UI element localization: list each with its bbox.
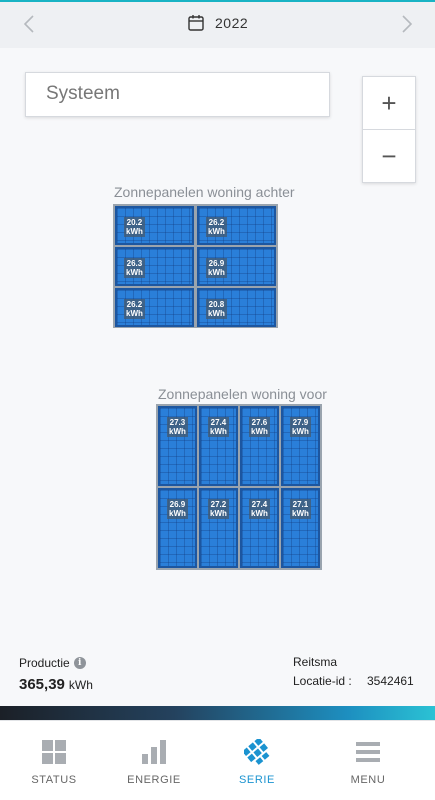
solar-panel[interactable]: 27.6 kWh: [240, 406, 279, 486]
tab-menu[interactable]: MENU: [314, 721, 422, 800]
production-summary: Productie i 365,39 kWh Reitsma Locatie-id…: [0, 638, 435, 706]
header-accent-line: [0, 0, 435, 2]
production-label-row: Productie i: [19, 656, 86, 670]
production-value: 365,39: [19, 676, 65, 693]
panel-yield-label: 27.2 kWh: [208, 499, 229, 519]
solar-panel[interactable]: 27.2 kWh: [199, 488, 238, 568]
solar-panel[interactable]: 27.4 kWh: [240, 488, 279, 568]
production-unit: kWh: [68, 678, 93, 692]
tab-serie[interactable]: SERIE: [203, 721, 311, 800]
panel-yield-label: 20.2 kWh: [124, 217, 145, 237]
panel-yield-label: 26.9 kWh: [206, 258, 227, 278]
panel-yield-label: 26.2 kWh: [206, 217, 227, 237]
location-id-label: Locatie-id :: [293, 674, 352, 688]
location-id-value: 3542461: [367, 674, 414, 688]
brand-gradient-bar: [0, 706, 435, 720]
production-value-row: 365,39 kWh: [19, 676, 93, 693]
info-icon[interactable]: i: [73, 657, 86, 669]
tab-status-label: STATUS: [31, 774, 77, 786]
chevron-left-icon: [23, 15, 34, 33]
year-picker[interactable]: 2022: [188, 14, 248, 31]
panel-yield-label: 27.3 kWh: [167, 417, 188, 437]
panel-yield-label: 26.3 kWh: [124, 258, 145, 278]
panel-yield-label: 27.9 kWh: [290, 417, 311, 437]
solar-panel[interactable]: 20.2 kWh: [115, 206, 194, 245]
solar-panel[interactable]: 26.2 kWh: [197, 206, 276, 245]
panel-yield-label: 27.4 kWh: [208, 417, 229, 437]
panel-yield-label: 26.9 kWh: [167, 499, 188, 519]
tab-status[interactable]: STATUS: [0, 721, 108, 800]
panel-yield-label: 27.1 kWh: [290, 499, 311, 519]
calendar-icon: [188, 15, 204, 31]
tab-energie[interactable]: ENERGIE: [100, 721, 208, 800]
header-bar: 2022: [0, 0, 435, 48]
solar-panel[interactable]: 26.9 kWh: [197, 247, 276, 286]
year-label: 2022: [215, 14, 249, 31]
solar-panel[interactable]: 27.9 kWh: [281, 406, 320, 486]
bottom-tab-bar: STATUS ENERGIE SERIE MENU: [0, 720, 435, 800]
zoom-in-button[interactable]: +: [363, 77, 415, 130]
solar-panel[interactable]: 27.3 kWh: [158, 406, 197, 486]
group-title-achter: Zonnepanelen woning achter: [114, 184, 295, 200]
system-selector[interactable]: Systeem: [25, 72, 330, 117]
tab-serie-label: SERIE: [238, 774, 275, 786]
panel-yield-label: 26.2 kWh: [124, 299, 145, 319]
solar-panel[interactable]: 26.9 kWh: [158, 488, 197, 568]
hamburger-icon: [356, 742, 380, 762]
panel-yield-label: 27.4 kWh: [249, 499, 270, 519]
bar-chart-icon: [142, 740, 166, 764]
system-selector-value: Systeem: [46, 83, 120, 104]
solar-panel[interactable]: 26.2 kWh: [115, 288, 194, 327]
next-year-button[interactable]: [395, 12, 419, 36]
tab-energie-label: ENERGIE: [127, 774, 181, 786]
solar-panel-icon: [244, 739, 270, 765]
panel-yield-label: 20.8 kWh: [206, 299, 227, 319]
zoom-control: + −: [362, 76, 416, 183]
zoom-out-button[interactable]: −: [363, 130, 415, 183]
solar-panel[interactable]: 20.8 kWh: [197, 288, 276, 327]
solar-panel[interactable]: 27.4 kWh: [199, 406, 238, 486]
chevron-right-icon: [402, 15, 413, 33]
grid-icon: [42, 740, 66, 764]
solar-panel[interactable]: 27.1 kWh: [281, 488, 320, 568]
group-title-voor: Zonnepanelen woning voor: [158, 386, 327, 402]
tab-menu-label: MENU: [350, 774, 386, 786]
previous-year-button[interactable]: [17, 12, 41, 36]
solar-panel[interactable]: 26.3 kWh: [115, 247, 194, 286]
panel-yield-label: 27.6 kWh: [249, 417, 270, 437]
production-label: Productie: [19, 656, 70, 670]
owner-name: Reitsma: [293, 655, 338, 669]
